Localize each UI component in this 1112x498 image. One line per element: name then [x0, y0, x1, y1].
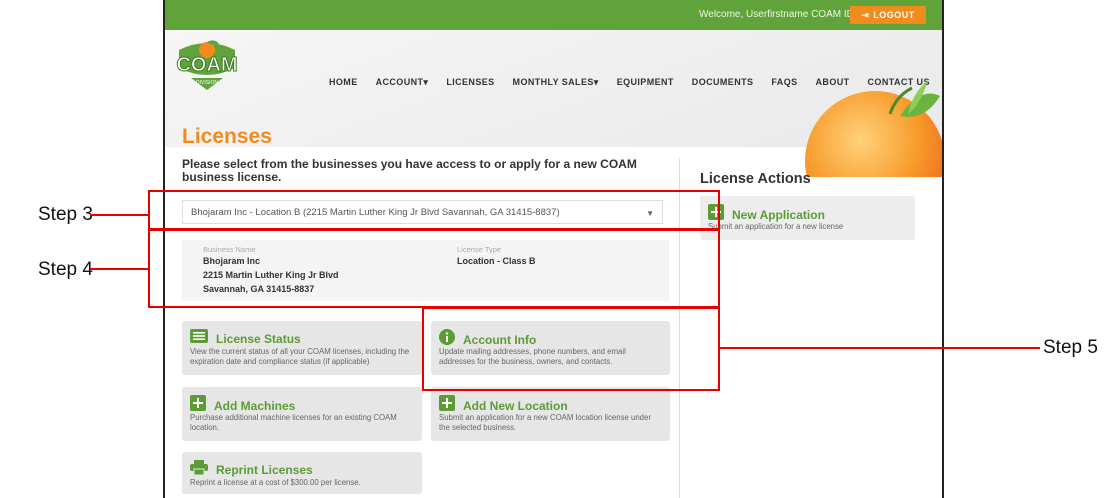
header-hero: COAM DIVISION HOME ACCOUNT▾ LICENSES MON… — [165, 30, 942, 231]
nav-home[interactable]: HOME — [329, 77, 358, 88]
reprint-licenses-title: Reprint Licenses — [216, 463, 313, 477]
nav-licenses[interactable]: LICENSES — [446, 77, 494, 88]
reprint-licenses-card[interactable]: Reprint Licenses Reprint a license at a … — [182, 452, 422, 494]
logout-label: LOGOUT — [873, 10, 915, 20]
nav-monthly-sales[interactable]: MONTHLY SALES▾ — [513, 77, 599, 88]
step5-highlight — [422, 307, 720, 391]
step4-pointer — [90, 268, 148, 270]
add-machines-card[interactable]: Add Machines Purchase additional machine… — [182, 387, 422, 441]
printer-icon — [190, 460, 208, 480]
step5-label: Step 5 — [1043, 337, 1098, 358]
step4-highlight — [148, 229, 720, 308]
nav-documents[interactable]: DOCUMENTS — [692, 77, 754, 88]
top-bar: Welcome, Userfirstname COAM ID: 732 ⇥ LO… — [165, 0, 942, 30]
license-status-desc: View the current status of all your COAM… — [190, 347, 410, 366]
add-location-desc: Submit an application for a new COAM loc… — [439, 413, 651, 432]
logout-button[interactable]: ⇥ LOGOUT — [850, 6, 926, 24]
license-actions-title: License Actions — [700, 171, 811, 187]
page-title: Licenses — [182, 125, 272, 148]
add-machines-desc: Purchase additional machine licenses for… — [190, 413, 397, 432]
svg-text:COAM: COAM — [176, 54, 237, 76]
step4-label: Step 4 — [38, 259, 93, 280]
step3-label: Step 3 — [38, 204, 93, 225]
new-application-title: New Application — [732, 207, 825, 222]
nav-equipment[interactable]: EQUIPMENT — [617, 77, 674, 88]
step5-pointer — [720, 347, 1040, 349]
peach-illustration — [800, 66, 942, 231]
coam-logo[interactable]: COAM DIVISION — [171, 38, 243, 96]
list-icon — [190, 329, 208, 348]
add-location-title: Add New Location — [463, 398, 568, 413]
nav-account[interactable]: ACCOUNT▾ — [376, 77, 429, 88]
step3-highlight — [148, 190, 720, 230]
license-status-title: License Status — [216, 331, 301, 346]
svg-text:DIVISION: DIVISION — [196, 80, 218, 86]
nav-faqs[interactable]: FAQS — [771, 77, 797, 88]
add-machines-title: Add Machines — [214, 398, 296, 413]
step3-pointer — [90, 214, 148, 216]
license-status-card[interactable]: License Status View the current status o… — [182, 321, 422, 375]
selection-prompt: Please select from the businesses you ha… — [182, 157, 637, 184]
new-application-card[interactable]: New Application Submit an application fo… — [700, 196, 915, 240]
reprint-licenses-desc: Reprint a license at a cost of $300.00 p… — [190, 478, 361, 487]
add-location-card[interactable]: Add New Location Submit an application f… — [431, 387, 670, 441]
logout-icon: ⇥ — [861, 9, 870, 20]
new-application-desc: Submit an application for a new license — [708, 222, 844, 231]
